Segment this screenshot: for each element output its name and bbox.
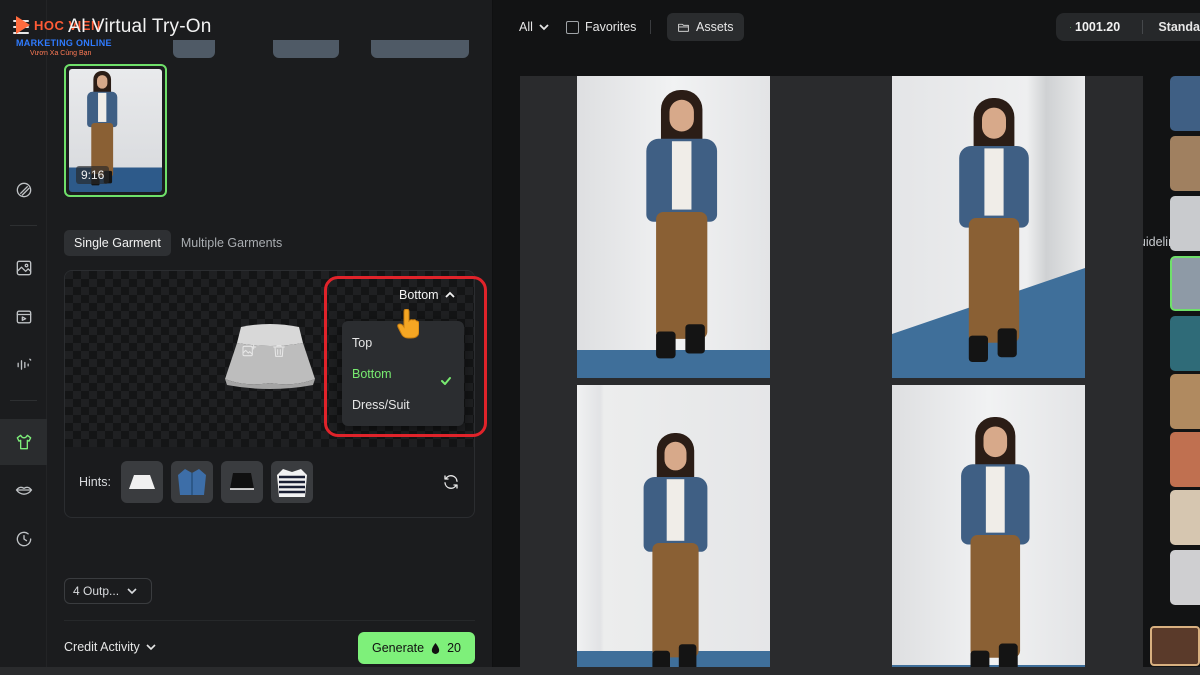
results-gallery — [520, 76, 1143, 675]
generate-label: Generate — [371, 641, 425, 655]
credit-drop-icon — [431, 642, 440, 654]
history-thumb[interactable] — [1170, 316, 1200, 371]
gallery-toolbar: All Favorites Assets 1001.20 Standa — [493, 0, 1200, 55]
rail-item-video[interactable] — [0, 294, 47, 340]
hint-striped-sweater[interactable] — [270, 461, 313, 503]
generate-cost: 20 — [447, 641, 462, 655]
hints-label: Hints: — [79, 475, 111, 489]
tab-single-garment[interactable]: Single Garment — [64, 230, 171, 256]
left-icon-rail — [0, 0, 47, 675]
shirt-icon — [16, 434, 31, 450]
credits-value: 1001.20 — [1075, 20, 1121, 34]
garment-actions — [241, 343, 287, 359]
model-image: 9:16 — [69, 69, 162, 192]
corner-badge-image — [1150, 626, 1200, 666]
filter-value: All — [519, 20, 533, 34]
chevron-down-icon — [146, 644, 156, 651]
reference-thumb-partial[interactable] — [371, 40, 469, 58]
rail-item-history[interactable] — [0, 516, 47, 562]
highlight-annotation — [324, 276, 487, 437]
rail-item-try-on[interactable] — [0, 419, 47, 465]
garment-mode-tabs: Single Garment Multiple Garments — [64, 230, 292, 256]
history-thumb[interactable] — [1170, 490, 1200, 545]
result-image[interactable] — [577, 76, 770, 378]
outputs-select[interactable]: 4 Outp... — [64, 578, 152, 604]
bottom-scrollbar[interactable] — [0, 667, 1200, 675]
audio-icon — [17, 358, 31, 370]
assets-button[interactable]: Assets — [667, 13, 744, 41]
history-thumb[interactable] — [1170, 76, 1200, 131]
result-image[interactable] — [892, 76, 1085, 378]
history-thumb[interactable] — [1170, 196, 1200, 251]
result-image[interactable] — [577, 385, 770, 675]
refresh-icon — [444, 475, 458, 489]
history-thumb[interactable] — [1170, 550, 1200, 605]
chevron-down-icon — [127, 588, 137, 595]
filter-select[interactable]: All — [519, 20, 549, 34]
rail-item-audio[interactable] — [0, 342, 47, 388]
credit-activity-label: Credit Activity — [64, 640, 140, 654]
delete-icon[interactable] — [271, 343, 287, 359]
result-image[interactable] — [892, 385, 1085, 675]
reference-thumb-partial[interactable] — [173, 40, 215, 58]
brush-icon — [16, 182, 31, 198]
history-thumb[interactable] — [1170, 256, 1200, 311]
history-icon — [16, 531, 31, 547]
replace-image-icon[interactable] — [241, 343, 257, 359]
hint-skirt[interactable] — [120, 461, 163, 503]
rail-item-image[interactable] — [0, 245, 47, 291]
generate-button[interactable]: Generate 20 — [358, 632, 475, 664]
tab-multiple-garments[interactable]: Multiple Garments — [171, 230, 292, 256]
assets-label: Assets — [696, 20, 734, 34]
lips-icon — [15, 486, 32, 495]
plan-label: Standa — [1158, 20, 1200, 34]
history-thumb[interactable] — [1170, 374, 1200, 429]
history-thumb[interactable] — [1170, 136, 1200, 191]
chevron-down-icon — [539, 24, 549, 31]
reference-model-thumb[interactable]: 9:16 — [64, 64, 167, 197]
hint-jacket[interactable] — [170, 461, 213, 503]
image-icon — [16, 260, 31, 276]
page-title: AI Virtual Try-On — [68, 16, 212, 37]
folder-icon — [678, 23, 689, 32]
rail-item-brush[interactable] — [0, 167, 47, 213]
checkbox-icon — [566, 20, 579, 34]
refresh-hints-button[interactable] — [442, 473, 460, 496]
reference-thumb-partial[interactable] — [273, 40, 339, 58]
credit-activity-toggle[interactable]: Credit Activity — [64, 640, 156, 654]
video-icon — [16, 310, 31, 324]
aspect-ratio-badge: 9:16 — [76, 166, 110, 184]
credit-drop-icon — [1070, 26, 1071, 28]
hint-black-skirt[interactable] — [220, 461, 263, 503]
credits-balance[interactable]: 1001.20 Standa — [1056, 13, 1200, 41]
favorites-label: Favorites — [585, 20, 637, 34]
outputs-value: 4 Outp... — [73, 584, 120, 598]
favorites-checkbox[interactable]: Favorites — [566, 20, 636, 34]
hints-row: Hints: — [79, 461, 313, 503]
history-thumb[interactable] — [1170, 432, 1200, 487]
rail-item-lips[interactable] — [0, 467, 47, 513]
